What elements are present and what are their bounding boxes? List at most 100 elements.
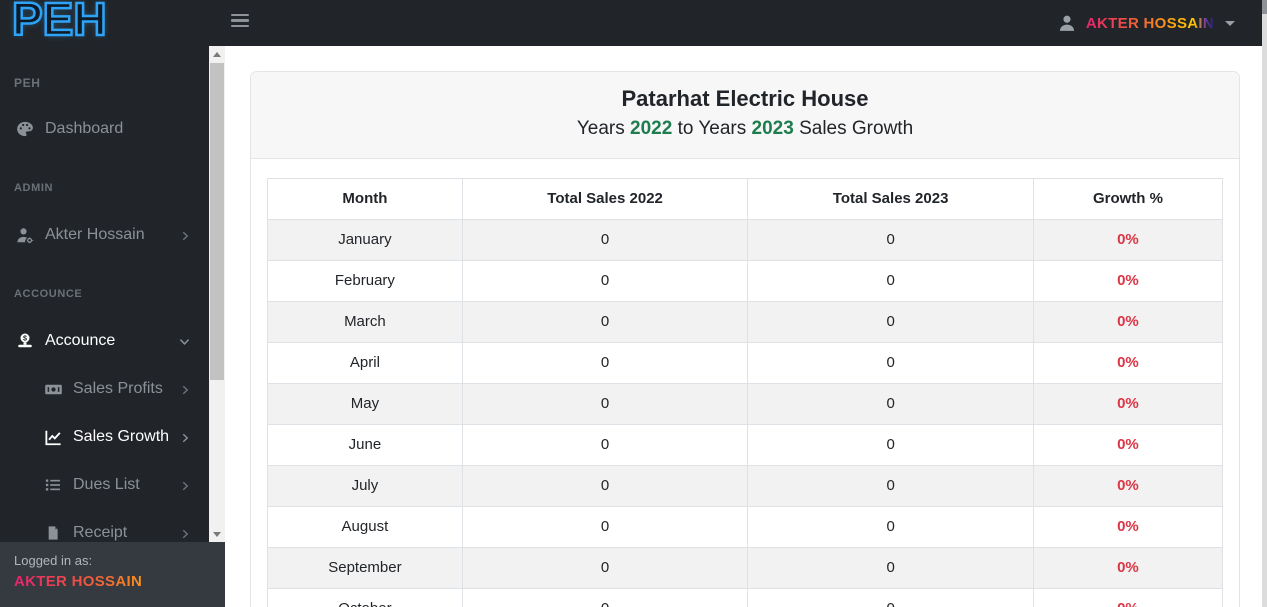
sidebar-scrollbar[interactable] [209,46,225,542]
user-gear-icon [14,226,36,245]
subtitle-text: Sales Growth [793,118,914,139]
year-to: 2023 [751,118,794,139]
table-row: July 0 0 0% [267,465,1224,507]
sidebar-item-label: Dashboard [45,120,124,137]
sidebar-item-label: Akter Hossain [45,226,145,243]
scrollbar-thumb[interactable] [210,63,224,380]
sidebar-item-accounce[interactable]: $ Accounce [0,328,209,354]
cell-total-sales-2023: 0 [747,547,1034,589]
cell-total-sales-2022: 0 [461,383,749,425]
cell-month: March [267,301,463,343]
cell-month: May [267,383,463,425]
table-row: February 0 0 0% [267,260,1224,302]
sidebar-item-dues-list[interactable]: Dues List [0,472,209,498]
sidebar-item-sales-profits[interactable]: Sales Profits [0,376,209,402]
chevron-right-icon [179,383,191,401]
cell-growth: 0% [1032,588,1224,607]
sidebar-footer: Logged in as: AKTER HOSSAIN [0,542,225,607]
sidebar-item-label: Sales Growth [73,428,170,445]
table-row: June 0 0 0% [267,424,1224,466]
sidebar: PEH Dashboard ADMIN Akter Hossain ACCOUN… [0,46,209,607]
year-from: 2022 [630,118,673,139]
cell-growth: 0% [1032,219,1224,261]
cell-month: July [267,465,463,507]
subtitle-text: to Years [672,118,752,139]
topbar-user-name: AKTER HOSSAIN [1085,14,1214,32]
page-title: Patarhat Electric House [621,86,869,111]
cell-month: September [267,547,463,589]
sales-table-body: January 0 0 0% February 0 0 0% March 0 0 0% April 0 0 0… [267,219,1224,607]
subtitle-text: Years [576,118,631,139]
cell-total-sales-2023: 0 [747,342,1034,384]
cell-growth: 0% [1032,383,1224,425]
header-total-sales-2023: Total Sales 2023 [747,178,1034,220]
cell-month: January [267,219,463,261]
cell-total-sales-2022: 0 [461,301,749,343]
cell-total-sales-2022: 0 [461,219,749,261]
table-header-row: Month Total Sales 2022 Total Sales 2023 … [267,178,1224,220]
sidebar-item-dashboard[interactable]: Dashboard [0,116,209,142]
cell-total-sales-2023: 0 [747,506,1034,548]
topbar: AKTER HOSSAIN [0,0,1267,46]
cell-growth: 0% [1032,301,1224,343]
cell-total-sales-2022: 0 [461,465,749,507]
app-logo[interactable]: PEH [11,0,108,46]
table-row: March 0 0 0% [267,301,1224,343]
table-row: October000% [267,588,1224,607]
cell-growth: 0% [1032,506,1224,548]
sales-growth-card: Patarhat Electric House Years 2022 to Ye… [250,71,1240,607]
cell-total-sales-2022: 0 [461,588,749,607]
list-icon [42,476,64,494]
table-row: April 0 0 0% [267,342,1224,384]
cell-total-sales-2023: 0 [747,424,1034,466]
page-subtitle: Years 2022 to Years 2023 Sales Growth [261,114,1229,143]
palette-icon [14,120,36,138]
cell-total-sales-2022: 0 [461,260,749,302]
cell-total-sales-2023: 0 [747,588,1034,607]
card-header: Patarhat Electric House Years 2022 to Ye… [251,72,1239,159]
cell-month: August [267,506,463,548]
cell-total-sales-2023: 0 [747,383,1034,425]
cell-month: June [267,424,463,466]
sidebar-item-akter-hossain[interactable]: Akter Hossain [0,222,209,248]
cell-total-sales-2023: 0 [747,260,1034,302]
cell-total-sales-2022: 0 [461,506,749,548]
sidebar-section-accounce: ACCOUNCE [14,288,83,300]
user-dropdown[interactable]: AKTER HOSSAIN [1057,0,1235,46]
svg-text:$: $ [23,334,27,342]
sidebar-item-label: Receipt [73,524,128,541]
chart-line-icon [42,428,64,447]
chevron-right-icon [179,479,191,497]
cell-total-sales-2023: 0 [747,465,1034,507]
window-scrollbar[interactable] [1262,0,1267,607]
header-growth: Growth % [1032,178,1224,220]
cell-month: February [267,260,463,302]
sidebar-item-sales-growth[interactable]: Sales Growth [0,424,209,450]
cell-growth: 0% [1032,424,1224,466]
sidebar-brand-label: PEH [14,76,41,90]
header-month: Month [267,178,463,220]
footer-user-name: AKTER HOSSAIN [14,573,225,590]
cell-growth: 0% [1032,547,1224,589]
header-total-sales-2022: Total Sales 2022 [461,178,749,220]
cell-growth: 0% [1032,465,1224,507]
table-row: January 0 0 0% [267,219,1224,261]
card-body: Month Total Sales 2022 Total Sales 2023 … [251,159,1239,607]
cell-month: April [267,342,463,384]
chevron-right-icon [179,431,191,449]
cell-total-sales-2022: 0 [461,547,749,589]
scroll-up-arrow[interactable] [209,46,225,62]
sales-growth-table: Month Total Sales 2022 Total Sales 2023 … [267,178,1224,607]
table-row: August 0 0 0% [267,506,1224,548]
cell-total-sales-2023: 0 [747,301,1034,343]
main-content: Patarhat Electric House Years 2022 to Ye… [225,46,1267,607]
table-row: May 0 0 0% [267,383,1224,425]
scroll-down-arrow[interactable] [209,526,225,542]
hamburger-menu-icon[interactable] [231,14,249,28]
cell-month: October [267,588,463,607]
cell-growth: 0% [1032,260,1224,302]
logged-in-as-label: Logged in as: [14,553,93,568]
receipt-icon [42,524,64,542]
cell-total-sales-2022: 0 [461,424,749,466]
sidebar-item-label: Accounce [45,332,116,349]
